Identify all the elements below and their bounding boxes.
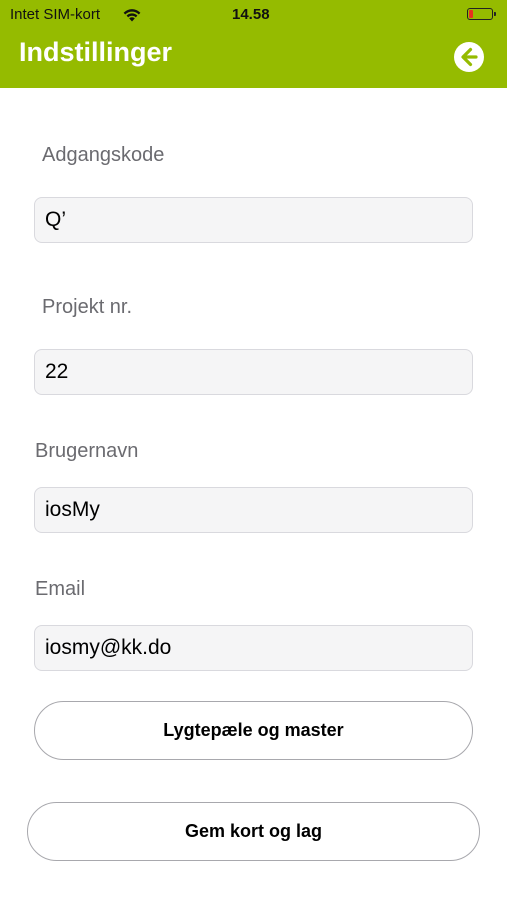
save-map-and-layers-button[interactable]: Gem kort og lag — [27, 802, 480, 861]
clock: 14.58 — [232, 6, 270, 23]
battery-level — [469, 10, 473, 18]
back-arrow-icon[interactable] — [453, 41, 485, 73]
poles-and-masts-button[interactable]: Lygtepæle og master — [34, 701, 473, 760]
email-label: Email — [35, 578, 86, 600]
username-label: Brugernavn — [35, 440, 139, 462]
nav-bar: Indstillinger — [0, 30, 507, 88]
username-field[interactable] — [34, 487, 473, 533]
email-field[interactable] — [34, 625, 473, 671]
project-number-field[interactable] — [34, 349, 473, 395]
battery-icon — [467, 8, 496, 20]
password-field[interactable] — [34, 197, 473, 243]
status-bar: Intet SIM-kort 14.58 — [0, 0, 507, 30]
page-title: Indstillinger — [19, 37, 173, 67]
project-number-label: Projekt nr. — [42, 296, 133, 318]
carrier-label: Intet SIM-kort — [10, 6, 101, 23]
wifi-icon — [123, 9, 141, 22]
password-label: Adgangskode — [42, 144, 165, 166]
